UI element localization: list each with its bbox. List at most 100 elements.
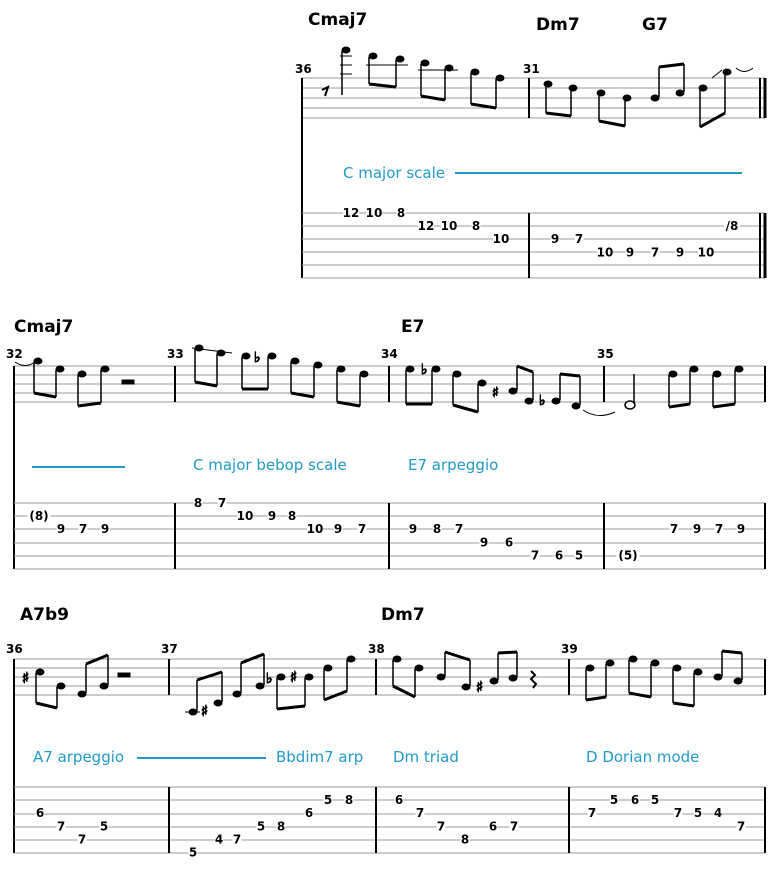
tab-fret-number: 6	[489, 819, 497, 833]
note	[734, 365, 744, 404]
technique-annotation: A7 arpeggio	[33, 748, 124, 766]
note	[392, 655, 402, 686]
tab-fret-number: 5	[324, 793, 332, 807]
note	[650, 67, 660, 102]
measure-number: 32	[6, 347, 23, 361]
measure-number: 34	[381, 347, 398, 361]
tab-fret-number: 7	[737, 819, 745, 833]
sharp-icon: ♯	[201, 702, 208, 720]
technique-annotation: E7 arpeggio	[408, 456, 498, 474]
tab-fret-number: 8	[397, 206, 405, 220]
tab-fret-number: 7	[531, 548, 539, 562]
flat-icon: ♭	[539, 393, 546, 409]
note	[624, 374, 636, 410]
chord-symbol: G7	[642, 15, 668, 35]
tab-fret-number: 7	[455, 522, 463, 536]
tab-staff	[302, 212, 765, 279]
tab-fret-number: 5	[651, 793, 659, 807]
tab-fret-number: /8	[726, 219, 739, 233]
tab-fret-number: 6	[631, 793, 639, 807]
flat-icon: ♭	[254, 350, 261, 366]
tab-fret-number: 12	[418, 219, 435, 233]
note	[596, 89, 606, 121]
tab-fret-number: 8	[345, 793, 353, 807]
tab-fret-number: 7	[674, 806, 682, 820]
tab-fret-number: 5	[575, 548, 583, 562]
note	[495, 74, 505, 108]
note	[698, 84, 708, 127]
tab-fret-number: 5	[100, 819, 108, 833]
note	[304, 673, 314, 706]
tab-fret-number: 7	[510, 819, 518, 833]
tab-fret-number: 9	[480, 535, 488, 549]
note	[276, 673, 286, 709]
notes: ♭ ♭ ♯ ♭	[14, 344, 744, 416]
note	[524, 372, 534, 405]
measure-number: 37	[161, 642, 178, 656]
tab-fret-number: 9	[409, 522, 417, 536]
measure-number: 39	[561, 642, 578, 656]
tab-fret-number: 6	[505, 535, 513, 549]
tab-fret-number: 7	[57, 819, 65, 833]
note	[77, 664, 87, 698]
note	[99, 655, 109, 690]
note	[461, 660, 471, 691]
system-3: A7b9 Dm7 36 37 38 39 ♯ ♯ ♭ ♯ ♯ A7 arpegg…	[6, 605, 766, 860]
tab-fret-number: 4	[714, 806, 722, 820]
technique-annotation: D Dorian mode	[586, 748, 699, 766]
system-1: Cmaj7 Dm7 G7 36 31 C major scale 12 10 8…	[295, 10, 767, 279]
note	[470, 68, 480, 104]
measure-number: 36	[6, 642, 23, 656]
tab-fret-number: 7	[416, 806, 424, 820]
tab-fret-number: (5)	[618, 548, 637, 562]
note	[693, 668, 703, 706]
tab-fret-number: 10	[237, 509, 254, 523]
technique-annotation: Dm triad	[393, 748, 459, 766]
note	[650, 659, 660, 697]
quarter-rest	[529, 670, 538, 689]
flat-icon: ♭	[421, 362, 428, 378]
note	[508, 366, 518, 395]
system-2: Cmaj7 E7 32 33 34 35 ♭ ♭ ♯ ♭ C major beb…	[6, 317, 766, 570]
tab-fret-number: 8	[433, 522, 441, 536]
tab-fret-number: 7	[651, 245, 659, 259]
note	[77, 370, 87, 406]
tab-fret-number: 7	[437, 819, 445, 833]
tab-fret-number: 8	[288, 509, 296, 523]
tab-fret-number: 9	[551, 232, 559, 246]
tab-fret-number: 5	[610, 793, 618, 807]
tab-fret-number: 8	[194, 496, 202, 510]
tab-fret-number: 7	[233, 832, 241, 846]
tab-fret-number: 7	[670, 522, 678, 536]
note	[605, 659, 615, 697]
half-rest	[121, 379, 135, 385]
tab-fret-number: 7	[358, 522, 366, 536]
note	[672, 664, 682, 703]
note	[359, 370, 369, 406]
chord-symbol: Cmaj7	[14, 317, 73, 337]
note	[368, 52, 378, 84]
tab-fret-number: 9	[101, 522, 109, 536]
tab-fret-number: 10	[698, 245, 715, 259]
sharp-icon: ♯	[492, 385, 499, 401]
flat-icon: ♭	[266, 671, 273, 687]
note	[675, 64, 685, 97]
tab-fret-number: 8	[461, 832, 469, 846]
tab-fret-number: 9	[693, 522, 701, 536]
note	[508, 652, 518, 682]
note	[713, 651, 723, 681]
chord-symbol: Dm7	[381, 605, 425, 625]
tab-fret-number: 7	[78, 832, 86, 846]
tab-fret-number: 4	[215, 832, 223, 846]
sharp-icon: ♯	[290, 668, 297, 686]
tab-fret-number: 6	[395, 793, 403, 807]
note	[405, 365, 415, 404]
tab-fret-number: 7	[588, 806, 596, 820]
tab-fret-number: 5	[257, 819, 265, 833]
tab-fret-number: 6	[305, 806, 313, 820]
tab-fret-number: 5	[189, 846, 197, 860]
note	[436, 652, 446, 681]
tab-fret-number: 5	[694, 806, 702, 820]
tab-fret-number: 7	[218, 496, 226, 510]
tab-fret-number: 10	[493, 232, 510, 246]
